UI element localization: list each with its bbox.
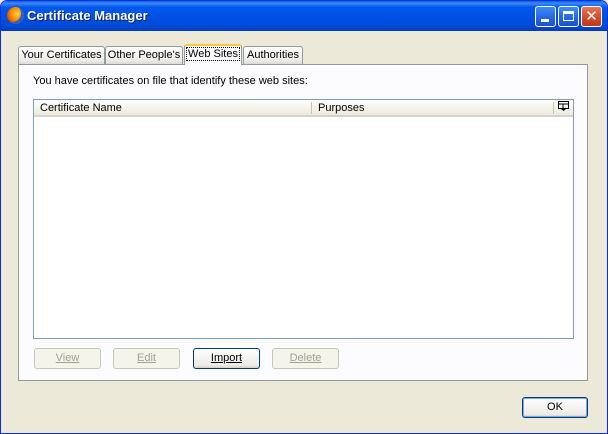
tab-web-sites[interactable]: Web Sites [184, 44, 242, 65]
delete-button[interactable]: Delete [272, 348, 339, 369]
column-header-purposes[interactable]: Purposes [318, 102, 364, 114]
minimize-icon [541, 19, 549, 22]
import-button[interactable]: Import [193, 348, 260, 369]
panel-description: You have certificates on file that ident… [33, 75, 308, 87]
tab-authorities[interactable]: Authorities [243, 46, 303, 64]
tab-your-certificates[interactable]: Your Certificates [18, 46, 105, 64]
column-picker-glyph [557, 101, 569, 111]
tab-web-sites-label: Web Sites [186, 47, 240, 61]
delete-button-label: Delete [289, 352, 322, 364]
certificate-manager-window: Certificate Manager ✕ Your Certificates … [0, 0, 608, 434]
column-divider[interactable] [311, 102, 312, 114]
tab-other-peoples[interactable]: Other People's [105, 46, 183, 64]
column-picker-icon[interactable] [556, 101, 570, 114]
list-header: Certificate Name Purposes [34, 100, 573, 117]
ok-button[interactable]: OK [522, 397, 588, 418]
maximize-icon [563, 11, 574, 21]
close-button[interactable]: ✕ [581, 6, 602, 27]
close-icon: ✕ [585, 8, 598, 25]
maximize-button[interactable] [558, 6, 579, 27]
import-button-label: Import [210, 352, 243, 364]
minimize-button[interactable] [535, 6, 556, 27]
view-button[interactable]: View [34, 348, 101, 369]
column-header-certificate-name[interactable]: Certificate Name [40, 102, 122, 114]
edit-button-label: Edit [137, 352, 156, 364]
view-button-label: View [55, 352, 80, 364]
column-divider[interactable] [553, 102, 554, 114]
tab-panel-web-sites: You have certificates on file that ident… [18, 64, 588, 381]
edit-button[interactable]: Edit [113, 348, 180, 369]
firefox-app-icon [7, 7, 24, 24]
window-title: Certificate Manager [27, 8, 148, 23]
certificate-list[interactable]: Certificate Name Purposes [33, 99, 574, 339]
title-bar[interactable]: Certificate Manager ✕ [1, 1, 607, 31]
